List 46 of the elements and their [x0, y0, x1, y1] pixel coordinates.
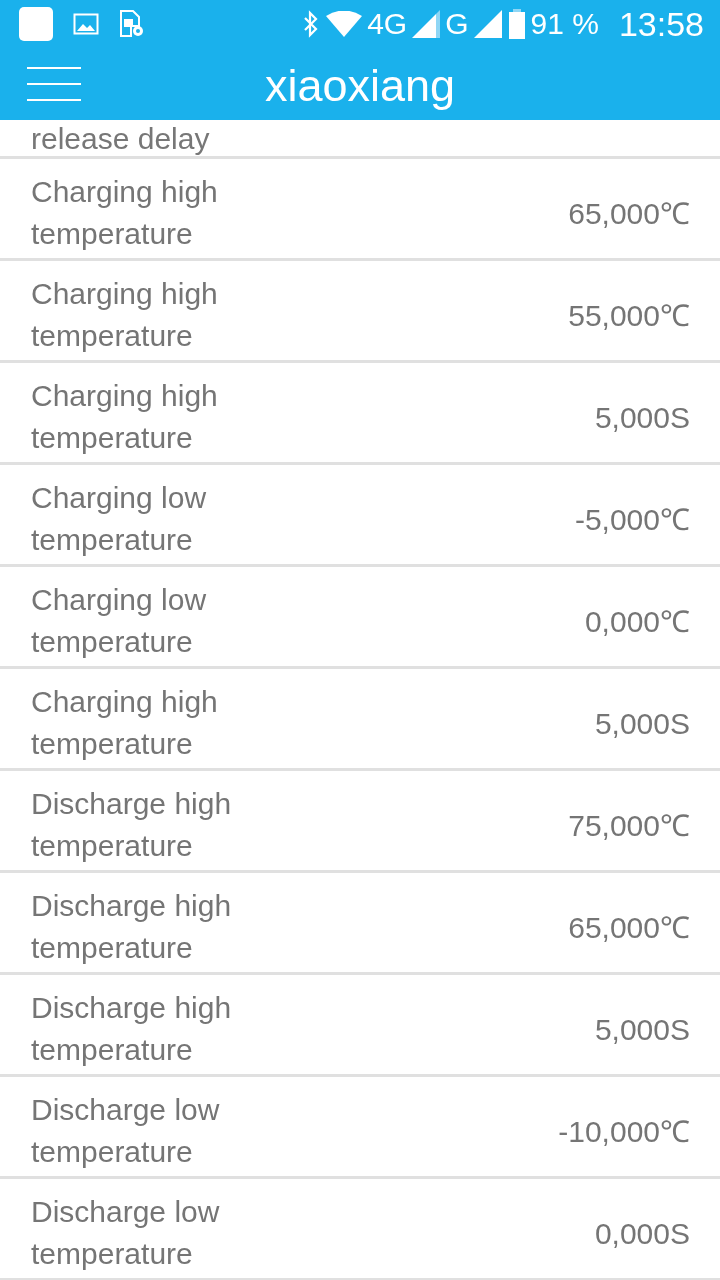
image-icon	[73, 13, 99, 35]
setting-row[interactable]: Charging low temperature 0,000℃	[0, 567, 720, 669]
network-type: 4G	[367, 7, 408, 41]
setting-label: Discharge low temperature	[31, 1092, 221, 1170]
clock-time: 13:58	[618, 4, 704, 44]
setting-value: 5,000S	[594, 400, 690, 436]
setting-value: 5,000S	[594, 706, 690, 742]
setting-value: 55,000℃	[568, 298, 690, 334]
battery-icon	[507, 9, 526, 39]
signal-icon	[412, 10, 441, 38]
setting-value: 65,000℃	[568, 196, 690, 232]
setting-row[interactable]: Discharge low temperature -10,000℃	[0, 1077, 720, 1179]
signal-icon	[473, 10, 502, 38]
setting-label: Charging high temperature	[31, 174, 219, 252]
network-type: G	[445, 7, 469, 41]
battery-percentage: 91 %	[530, 7, 599, 41]
setting-value: -5,000℃	[574, 502, 690, 538]
setting-row[interactable]: Charging low temperature -5,000℃	[0, 465, 720, 567]
setting-row[interactable]: Charging high temperature 5,000S	[0, 669, 720, 771]
setting-label: Charging high temperature	[31, 378, 219, 456]
setting-label: Charging high temperature	[31, 276, 219, 354]
notification-icon	[19, 7, 53, 41]
setting-value: 65,000℃	[568, 910, 690, 946]
setting-label: Charging high temperature	[31, 684, 219, 762]
setting-label: Charging low temperature	[31, 480, 208, 558]
setting-value: 0,000S	[594, 1216, 690, 1252]
setting-row[interactable]: Charging high temperature 5,000S	[0, 363, 720, 465]
setting-label: Discharge low temperature	[31, 1194, 221, 1272]
setting-value: -10,000℃	[558, 1114, 690, 1150]
setting-row[interactable]: Discharge high temperature 65,000℃	[0, 873, 720, 975]
setting-value: 0,000℃	[584, 604, 690, 640]
setting-label: Discharge high temperature	[31, 888, 233, 966]
wifi-icon	[326, 11, 363, 37]
setting-row[interactable]: Charging high temperature 65,000℃	[0, 159, 720, 261]
setting-value: 75,000℃	[568, 808, 690, 844]
sim-card-gear-icon	[119, 10, 145, 38]
setting-label: Charging low temperature	[31, 582, 208, 660]
setting-label: Discharge high temperature	[31, 786, 233, 864]
setting-label: Discharge high temperature	[31, 990, 233, 1068]
setting-row[interactable]: Discharge low temperature 0,000S	[0, 1179, 720, 1280]
setting-row[interactable]: Discharge high temperature 5,000S	[0, 975, 720, 1077]
setting-value: 5,000S	[594, 1012, 690, 1048]
setting-row[interactable]: Discharge high temperature 75,000℃	[0, 771, 720, 873]
setting-row[interactable]: Charging high temperature 55,000℃	[0, 261, 720, 363]
setting-label: release delay	[31, 122, 210, 156]
app-title: xiaoxiang	[264, 60, 456, 112]
